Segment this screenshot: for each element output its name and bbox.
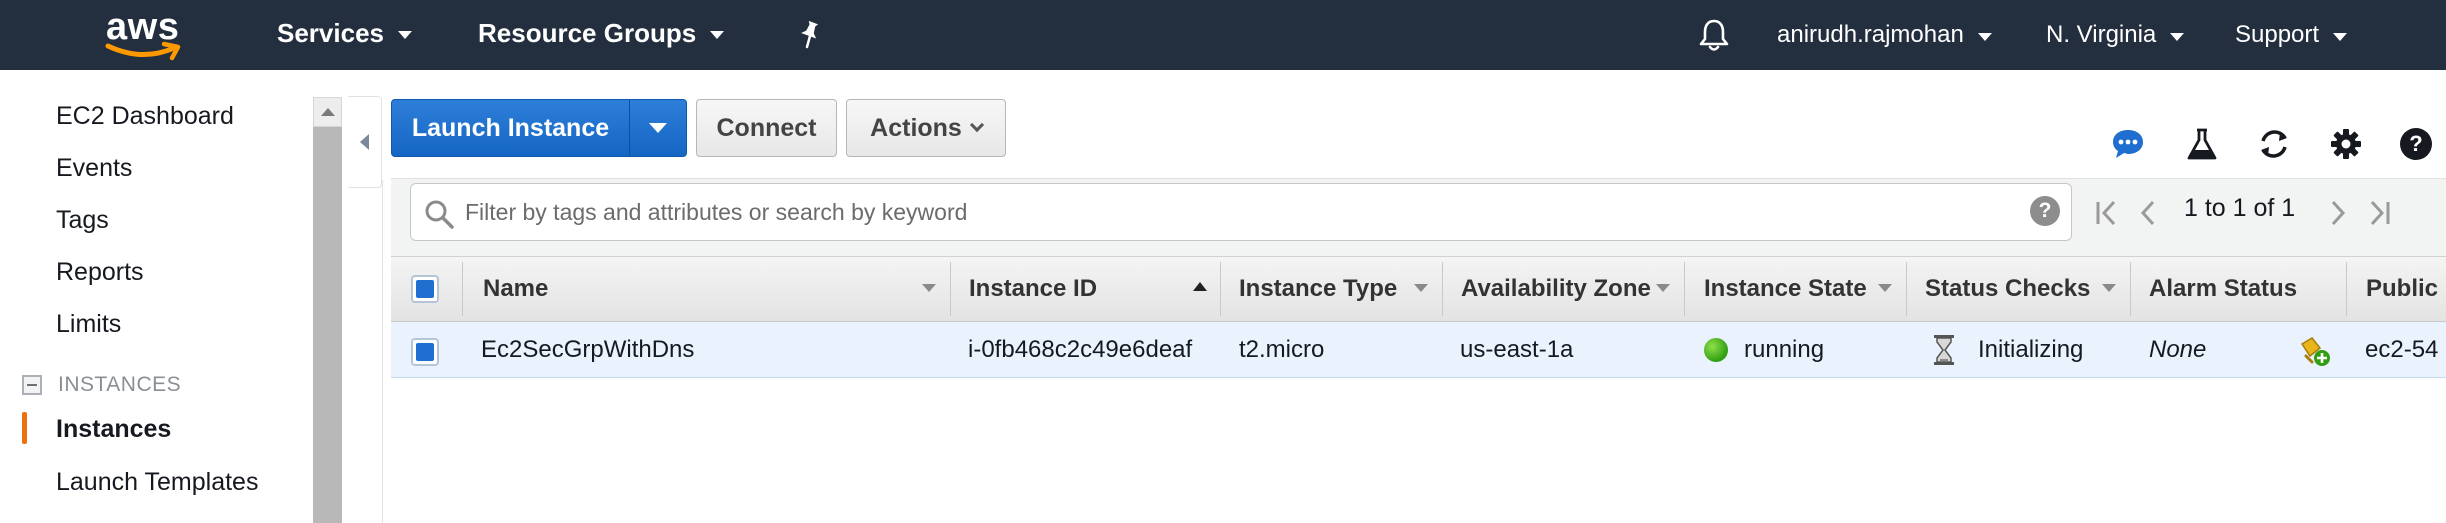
cell-instance-state: running [1704, 322, 1824, 378]
row-checkbox[interactable] [411, 338, 439, 366]
filter-help-icon[interactable]: ? [2030, 196, 2060, 226]
active-indicator [22, 412, 27, 444]
region-label: N. Virginia [2046, 21, 2157, 48]
cell-status-checks: Initializing [1932, 322, 2083, 378]
column-header-instance-type[interactable]: Instance Type [1239, 256, 1397, 322]
instance-state-text: running [1744, 336, 1825, 363]
search-input[interactable] [465, 184, 2005, 240]
sort-icon[interactable] [2102, 284, 2116, 292]
services-menu[interactable]: Services [277, 18, 412, 49]
sidebar: EC2 Dashboard Events Tags Reports Limits… [0, 70, 313, 523]
user-menu[interactable]: anirudh.rajmohan [1777, 21, 1992, 49]
sidebar-item-ec2-dashboard[interactable]: EC2 Dashboard [56, 102, 234, 131]
refresh-icon[interactable] [2256, 126, 2292, 162]
sidebar-scrollbar[interactable] [313, 97, 342, 523]
actions-button[interactable]: Actions [846, 99, 1006, 157]
sidebar-section-label: INSTANCES [58, 373, 182, 396]
sort-ascending-icon[interactable] [1193, 282, 1207, 291]
gear-icon[interactable] [2328, 126, 2364, 162]
chevron-down-icon [397, 31, 412, 39]
status-checks-text: Initializing [1978, 336, 2084, 363]
hourglass-icon [1934, 335, 1954, 365]
chevron-down-icon [649, 123, 667, 133]
connect-button[interactable]: Connect [696, 99, 837, 157]
sidebar-item-limits[interactable]: Limits [56, 310, 121, 339]
column-header-public-dns[interactable]: Public [2366, 256, 2438, 322]
collapse-icon[interactable] [22, 375, 42, 395]
sidebar-item-reports[interactable]: Reports [56, 258, 144, 287]
select-all-checkbox[interactable] [411, 275, 439, 303]
launch-instance-dropdown[interactable] [630, 100, 686, 156]
aws-smile-icon [105, 41, 181, 61]
scroll-up-button[interactable] [313, 97, 342, 127]
chevron-up-icon [320, 108, 335, 116]
table-row[interactable] [391, 322, 2446, 378]
chat-icon[interactable] [2110, 126, 2146, 162]
sort-icon[interactable] [1414, 284, 1428, 292]
column-header-instance-state[interactable]: Instance State [1704, 256, 1867, 322]
sidebar-item-instances[interactable]: Instances [56, 415, 171, 444]
last-page-icon[interactable] [2366, 198, 2392, 228]
sidebar-section-instances[interactable]: INSTANCES [22, 373, 181, 397]
aws-logo[interactable]: aws [104, 6, 181, 61]
sort-icon[interactable] [1878, 284, 1892, 292]
first-page-icon[interactable] [2094, 198, 2120, 228]
region-menu[interactable]: N. Virginia [2046, 21, 2185, 49]
chevron-down-icon [969, 117, 984, 133]
flask-icon[interactable] [2184, 126, 2220, 162]
search-box [410, 183, 2072, 241]
user-label: anirudh.rajmohan [1777, 21, 1964, 48]
sort-icon[interactable] [922, 284, 936, 292]
search-icon [425, 200, 454, 229]
column-header-name[interactable]: Name [483, 256, 548, 322]
cell-alarm-status: None [2149, 336, 2207, 363]
chevron-down-icon [1977, 32, 1992, 41]
collapse-sidebar-button[interactable] [348, 96, 382, 188]
actions-label: Actions [870, 113, 962, 142]
cell-instance-id: i-0fb468c2c49e6deaf [968, 336, 1193, 363]
chevron-down-icon [710, 31, 725, 39]
running-status-icon [1704, 338, 1728, 362]
cell-instance-type: t2.micro [1239, 336, 1325, 363]
connect-label: Connect [716, 113, 817, 142]
resource-groups-menu[interactable]: Resource Groups [478, 18, 725, 49]
content-divider [382, 180, 383, 523]
previous-page-icon[interactable] [2138, 198, 2158, 228]
sidebar-item-tags[interactable]: Tags [56, 206, 109, 235]
column-header-availability-zone[interactable]: Availability Zone [1461, 256, 1651, 322]
table-body-empty-area [391, 378, 2446, 523]
cell-public-dns: ec2-54 [2365, 336, 2439, 363]
help-icon[interactable]: ? [2398, 126, 2434, 162]
svg-text:?: ? [2409, 131, 2422, 156]
support-label: Support [2235, 21, 2320, 48]
cell-name: Ec2SecGrpWithDns [481, 336, 695, 363]
services-label: Services [277, 18, 384, 48]
next-page-icon[interactable] [2328, 198, 2348, 228]
sidebar-item-events[interactable]: Events [56, 154, 132, 183]
cell-availability-zone: us-east-1a [1460, 336, 1574, 363]
top-navigation-bar: aws Services Resource Groups anirudh.raj… [0, 0, 2446, 70]
chevron-down-icon [2333, 32, 2348, 41]
sidebar-item-launch-templates[interactable]: Launch Templates [56, 468, 258, 497]
pin-icon[interactable] [798, 20, 822, 50]
launch-instance-button[interactable]: Launch Instance [392, 100, 630, 156]
chevron-down-icon [2170, 32, 2185, 41]
bell-icon[interactable] [1697, 17, 1731, 53]
resource-groups-label: Resource Groups [478, 18, 697, 48]
sort-icon[interactable] [1656, 284, 1670, 292]
support-menu[interactable]: Support [2235, 21, 2348, 49]
launch-instance-button-group: Launch Instance [391, 99, 687, 157]
chevron-left-icon [360, 134, 369, 150]
column-header-status-checks[interactable]: Status Checks [1925, 256, 2090, 322]
pagination-text: 1 to 1 of 1 [2184, 194, 2296, 222]
add-alarm-icon[interactable] [2296, 334, 2332, 368]
column-header-instance-id[interactable]: Instance ID [969, 256, 1097, 322]
column-header-alarm-status[interactable]: Alarm Status [2149, 256, 2297, 322]
